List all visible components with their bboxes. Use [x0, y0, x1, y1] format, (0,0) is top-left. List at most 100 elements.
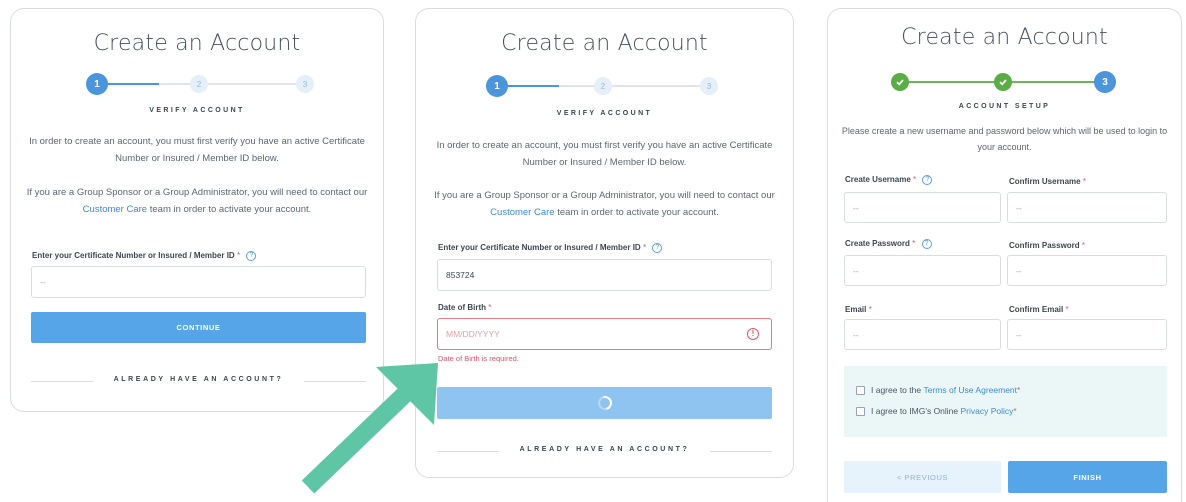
help-icon[interactable]: ?: [246, 251, 257, 261]
pointer-arrow-icon: [301, 363, 438, 494]
step-line: [159, 83, 304, 85]
previous-button[interactable]: < PREVIOUS: [844, 461, 1001, 493]
continue-button-loading[interactable]: [437, 387, 772, 419]
confirm-password-input[interactable]: --: [1007, 255, 1167, 286]
email-label: Email *: [845, 305, 872, 314]
input-placeholder: MM/DD/YYYY: [446, 329, 500, 339]
confirm-password-label: Confirm Password *: [1009, 241, 1085, 250]
confirm-email-label: Confirm Email *: [1009, 305, 1069, 314]
step-1-indicator: 1: [86, 73, 108, 95]
required-mark: *: [1081, 241, 1086, 250]
terms-of-use-link[interactable]: Terms of Use Agreement: [923, 385, 1017, 395]
account-setup-card: Create an Account 3 ACCOUNT SETUP Please…: [827, 8, 1182, 502]
step-3-indicator: 3: [700, 77, 718, 95]
id-label-text: Enter your Certificate Number or Insured…: [438, 243, 641, 253]
label-text: Create Password: [845, 239, 910, 249]
id-label-text: Enter your Certificate Number or Insured…: [32, 251, 235, 261]
step-3-indicator: 3: [296, 75, 314, 93]
terms-agreement-row: I agree to the Terms of Use Agreement *: [856, 385, 1020, 395]
loading-spinner-icon: [594, 393, 615, 413]
member-id-input[interactable]: 853724: [437, 259, 772, 291]
member-id-input[interactable]: --: [31, 266, 366, 298]
input-placeholder: --: [853, 265, 859, 276]
step-2-indicator: 2: [190, 75, 208, 93]
dob-error-message: Date of Birth is required.: [438, 354, 519, 363]
input-placeholder: --: [853, 329, 859, 340]
stepper: 1 2 3: [86, 73, 316, 95]
required-mark: *: [488, 303, 492, 312]
help-icon[interactable]: ?: [921, 239, 932, 249]
id-field-label: Enter your Certificate Number or Insured…: [32, 251, 257, 261]
sponsor-text-end: team in order to activate your account.: [149, 204, 312, 215]
agreements-panel: I agree to the Terms of Use Agreement * I…: [844, 366, 1167, 437]
required-mark: *: [642, 243, 647, 253]
create-password-input[interactable]: --: [844, 255, 1001, 286]
stepper: 1 2 3: [486, 75, 721, 97]
email-input[interactable]: --: [844, 319, 1001, 350]
input-placeholder: --: [40, 277, 46, 287]
input-placeholder: --: [1016, 329, 1022, 340]
required-mark: *: [912, 239, 916, 249]
customer-care-link[interactable]: Customer Care: [83, 204, 147, 215]
help-icon[interactable]: ?: [652, 243, 663, 253]
step-1-check-icon: [891, 73, 909, 91]
help-icon[interactable]: ?: [922, 175, 933, 185]
sponsor-text-start: If you are a Group Sponsor or a Group Ad…: [434, 190, 775, 201]
step-label: ACCOUNT SETUP: [958, 103, 1051, 110]
step-2-indicator: 2: [594, 77, 612, 95]
label-text: Email: [845, 305, 867, 314]
confirm-username-input[interactable]: --: [1007, 192, 1167, 223]
required-mark: *: [1082, 177, 1086, 186]
step-1-indicator: 1: [486, 75, 508, 97]
continue-button[interactable]: CONTINUE: [31, 312, 366, 343]
label-text: Confirm Password: [1009, 241, 1080, 250]
required-mark: *: [1065, 305, 1069, 314]
privacy-agreement-row: I agree to IMG's Online Privacy Policy *: [856, 406, 1017, 416]
required-mark: *: [236, 251, 241, 261]
create-password-label: Create Password * ?: [845, 239, 932, 249]
intro-text: In order to create an account, you must …: [29, 136, 365, 164]
privacy-text: I agree to IMG's Online: [871, 406, 959, 416]
sponsor-text: If you are a Group Sponsor or a Group Ad…: [25, 184, 369, 218]
step-3-indicator: 3: [1094, 71, 1116, 93]
step-line: [559, 85, 709, 87]
required-mark: *: [1013, 406, 1017, 416]
finish-button[interactable]: FINISH: [1008, 461, 1167, 493]
confirm-email-input[interactable]: --: [1007, 319, 1167, 350]
terms-text: I agree to the: [871, 385, 922, 395]
confirm-username-label: Confirm Username *: [1009, 177, 1086, 186]
input-value: 853724: [446, 270, 475, 280]
terms-checkbox[interactable]: [856, 385, 865, 395]
page-title: Create an Account: [501, 31, 708, 56]
required-mark: *: [868, 305, 872, 314]
required-mark: *: [1017, 385, 1021, 395]
page-title: Create an Account: [93, 31, 301, 56]
customer-care-link[interactable]: Customer Care: [490, 207, 554, 218]
dob-label-text: Date of Birth: [438, 303, 486, 312]
label-text: Confirm Email: [1009, 305, 1064, 314]
input-placeholder: --: [1016, 202, 1022, 213]
step-2-check-icon: [994, 73, 1012, 91]
date-of-birth-input[interactable]: MM/DD/YYYY !: [437, 318, 772, 350]
create-username-input[interactable]: --: [844, 192, 1001, 223]
verify-account-card: Create an Account 1 2 3 VERIFY ACCOUNT I…: [10, 8, 384, 412]
input-placeholder: --: [1016, 265, 1022, 276]
privacy-checkbox[interactable]: [856, 406, 865, 416]
intro-text: In order to create an account, you must …: [436, 140, 773, 168]
sponsor-text: If you are a Group Sponsor or a Group Ad…: [430, 187, 779, 221]
input-placeholder: --: [853, 202, 859, 213]
label-text: Create Username: [845, 175, 911, 185]
step-label: VERIFY ACCOUNT: [556, 110, 653, 117]
already-have-account-link[interactable]: ALREADY HAVE AN ACCOUNT?: [437, 446, 772, 453]
error-icon: !: [747, 328, 759, 340]
create-username-label: Create Username * ?: [845, 175, 933, 185]
already-have-account-divider: ALREADY HAVE AN ACCOUNT?: [437, 445, 772, 457]
id-field-label: Enter your Certificate Number or Insured…: [438, 243, 663, 253]
step-label: VERIFY ACCOUNT: [149, 107, 245, 114]
intro-text: Please create a new username and passwor…: [841, 126, 1168, 152]
verify-account-card-error: Create an Account 1 2 3 VERIFY ACCOUNT I…: [415, 8, 794, 478]
page-title: Create an Account: [901, 25, 1108, 50]
sponsor-text-start: If you are a Group Sponsor or a Group Ad…: [26, 187, 368, 198]
label-text: Confirm Username: [1009, 177, 1081, 186]
privacy-policy-link[interactable]: Privacy Policy: [961, 406, 1014, 416]
